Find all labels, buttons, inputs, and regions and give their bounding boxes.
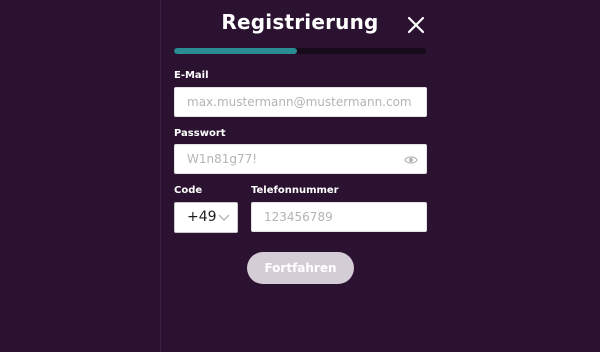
phone-field[interactable] — [252, 203, 426, 231]
code-label: Code — [174, 185, 203, 196]
progress-fill — [174, 48, 298, 54]
country-code-select[interactable]: +49 — [174, 202, 238, 233]
registration-dialog: Registrierung E-Mail Passwort Code +49 T… — [160, 0, 440, 352]
eye-icon[interactable] — [404, 153, 418, 167]
continue-button[interactable]: Fortfahren — [247, 252, 354, 284]
password-field[interactable] — [175, 145, 426, 173]
phone-label: Telefonnummer — [251, 185, 339, 196]
close-icon[interactable] — [406, 15, 426, 35]
password-field-wrapper — [174, 144, 427, 174]
email-field[interactable] — [175, 88, 426, 116]
email-label: E-Mail — [174, 70, 209, 81]
dialog-title: Registrierung — [221, 10, 379, 34]
progress-bar — [174, 48, 426, 54]
country-code-value: +49 — [187, 209, 217, 225]
chevron-down-icon — [218, 214, 230, 221]
password-label: Passwort — [174, 128, 226, 139]
email-field-wrapper — [174, 87, 427, 117]
phone-field-wrapper — [251, 202, 427, 232]
